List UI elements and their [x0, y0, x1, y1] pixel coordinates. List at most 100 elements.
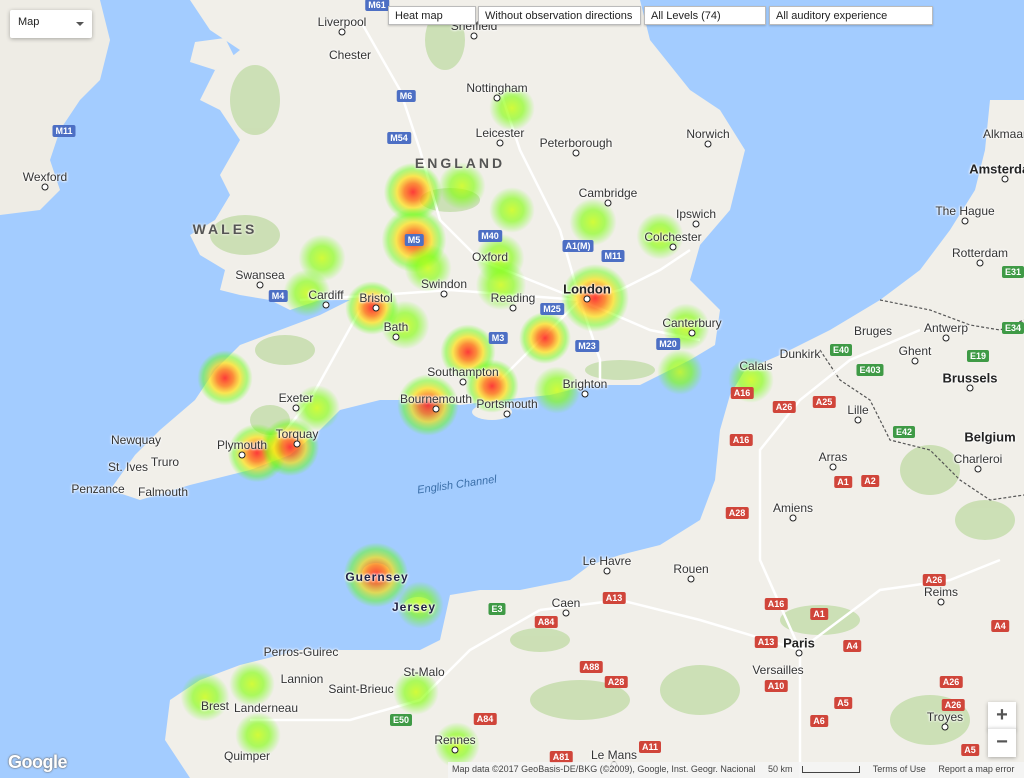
levels-filter-button[interactable]: All Levels (74): [644, 6, 766, 25]
place-marker: [966, 384, 974, 392]
road-shield-a88: A88: [579, 661, 603, 673]
place-label-caen: Caen: [551, 596, 581, 610]
place-label-jersey: Jersey: [391, 600, 437, 614]
place-marker: [338, 28, 346, 36]
place-marker: [789, 514, 797, 522]
observation-directions-button[interactable]: Without observation directions: [478, 6, 641, 25]
place-marker: [976, 259, 984, 267]
place-marker: [961, 217, 969, 225]
place-marker: [293, 440, 301, 448]
place-label-liverpool: Liverpool: [317, 15, 367, 29]
observation-directions-label: Without observation directions: [485, 10, 633, 22]
road-shield-m3: M3: [488, 332, 508, 344]
place-label-norwich: Norwich: [686, 127, 730, 141]
zoom-in-button[interactable]: +: [988, 702, 1016, 730]
place-marker: [509, 304, 517, 312]
place-marker: [942, 334, 950, 342]
road-shield-m4: M4: [268, 290, 288, 302]
road-shield-m61: M61: [365, 0, 389, 11]
road-shield-a28: A28: [604, 676, 628, 688]
place-label-brussels: Brussels: [942, 370, 998, 386]
place-label-bournemouth: Bournemouth: [399, 392, 473, 406]
road-shield-a5: A5: [961, 744, 979, 756]
heat-map-button[interactable]: Heat map: [388, 6, 476, 25]
road-shield-a28: A28: [725, 507, 749, 519]
auditory-experience-label: All auditory experience: [776, 10, 888, 22]
place-label-canterbury: Canterbury: [662, 316, 722, 330]
place-label-st-ives: St. Ives: [107, 460, 149, 474]
road-shield-a13: A13: [754, 636, 778, 648]
place-label-brest: Brest: [200, 699, 230, 713]
place-label-exeter: Exeter: [278, 391, 314, 405]
place-label-swansea: Swansea: [235, 268, 285, 282]
place-marker: [704, 140, 712, 148]
place-label-falmouth: Falmouth: [137, 485, 189, 499]
place-label-troyes: Troyes: [926, 710, 964, 724]
place-marker: [432, 405, 440, 413]
place-marker: [493, 94, 501, 102]
place-marker: [687, 575, 695, 583]
place-marker: [392, 333, 400, 341]
place-marker: [562, 609, 570, 617]
place-label-the-hague: The Hague: [935, 204, 995, 218]
place-label-wexford: Wexford: [22, 170, 68, 184]
road-shield-a84: A84: [473, 713, 497, 725]
road-shield-a13: A13: [602, 592, 626, 604]
road-shield-e40: E40: [829, 344, 853, 356]
road-shield-a26: A26: [772, 401, 796, 413]
place-label-portsmouth: Portsmouth: [476, 397, 538, 411]
place-marker: [669, 243, 677, 251]
road-shield-m23: M23: [575, 340, 599, 352]
place-marker: [911, 357, 919, 365]
report-map-error-link[interactable]: Report a map error: [938, 764, 1014, 774]
place-label-rennes: Rennes: [434, 733, 476, 747]
road-shield-e31: E31: [1001, 266, 1024, 278]
place-label-calais: Calais: [739, 359, 773, 373]
road-shield-a26: A26: [941, 699, 965, 711]
road-shield-m11: M11: [52, 125, 76, 137]
place-label-versailles: Versailles: [752, 663, 804, 677]
place-marker: [459, 378, 467, 386]
place-marker: [322, 301, 330, 309]
place-label-guernsey: Guernsey: [345, 570, 409, 584]
place-marker: [451, 746, 459, 754]
road-shield-a26: A26: [922, 574, 946, 586]
road-shield-e19: E19: [966, 350, 990, 362]
road-shield-a84: A84: [534, 616, 558, 628]
place-marker: [372, 304, 380, 312]
chevron-down-icon: [76, 22, 84, 26]
place-label-plymouth: Plymouth: [216, 438, 268, 452]
place-label-lannion: Lannion: [280, 672, 324, 686]
zoom-out-button[interactable]: −: [988, 728, 1016, 757]
place-marker: [503, 410, 511, 418]
place-marker: [238, 451, 246, 459]
place-label-torquay: Torquay: [275, 427, 319, 441]
place-marker: [292, 404, 300, 412]
road-shield-a1: A1: [810, 608, 828, 620]
google-logo[interactable]: Google: [8, 752, 68, 773]
place-label-reading: Reading: [490, 291, 536, 305]
place-label-cambridge: Cambridge: [578, 186, 638, 200]
terms-of-use-link[interactable]: Terms of Use: [873, 764, 926, 774]
place-label-cardiff: Cardiff: [308, 288, 344, 302]
place-label-bath: Bath: [383, 320, 409, 334]
place-label-truro: Truro: [150, 455, 180, 469]
place-marker: [603, 567, 611, 575]
road-shield-a16: A16: [729, 434, 753, 446]
attribution-bar: Map data ©2017 GeoBasis-DE/BKG (©2009), …: [448, 762, 1024, 778]
place-label-bristol: Bristol: [359, 291, 393, 305]
place-label-chester: Chester: [328, 48, 372, 62]
place-label-wales: WALES: [192, 221, 258, 237]
map-canvas[interactable]: [0, 0, 1024, 778]
auditory-experience-button[interactable]: All auditory experience: [769, 6, 933, 25]
map-type-dropdown[interactable]: Map: [10, 10, 92, 38]
place-marker: [795, 649, 803, 657]
place-label-antwerp: Antwerp: [923, 321, 969, 335]
road-shield-a1: A1: [834, 476, 852, 488]
heat-map-label: Heat map: [395, 10, 443, 22]
place-marker: [688, 329, 696, 337]
place-marker: [829, 463, 837, 471]
place-label-england: ENGLAND: [414, 155, 506, 171]
road-shield-e3: E3: [488, 603, 506, 615]
road-shield-m25: M25: [540, 303, 564, 315]
